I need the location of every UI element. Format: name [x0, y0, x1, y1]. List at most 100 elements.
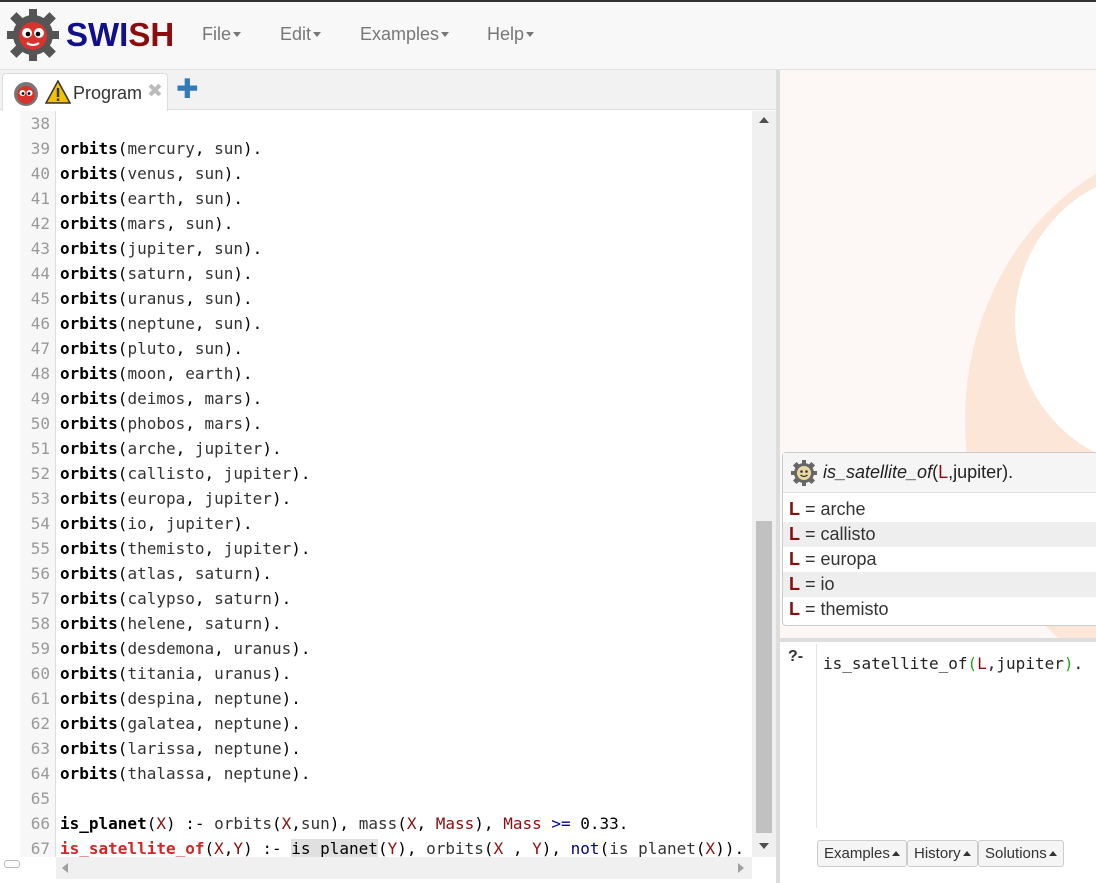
- answer-row: L = arche: [783, 497, 1096, 522]
- code-editor[interactable]: 38 39 orbits(mercury, sun). 40 orbits(venus,…: [0, 111, 776, 883]
- menu-help-label: Help: [487, 24, 525, 44]
- code-text: orbits(arche, jupiter).: [60, 436, 282, 461]
- code-line[interactable]: 50 orbits(phobos, mars).: [0, 411, 752, 436]
- line-number: 67: [30, 839, 50, 858]
- code-token: orbits: [60, 589, 118, 608]
- code-token: Y: [233, 839, 244, 858]
- code-line[interactable]: 56 orbits(atlas, saturn).: [0, 561, 752, 586]
- scroll-up-icon[interactable]: [759, 117, 769, 123]
- code-token: orbits: [60, 314, 118, 333]
- code-token: ,: [194, 739, 215, 758]
- code-token: ,: [165, 214, 186, 233]
- solutions-button[interactable]: Solutions: [978, 840, 1064, 867]
- code-text: is_planet(X) :- orbits(X,sun), mass(X, M…: [60, 811, 628, 836]
- code-token: thalassa: [127, 764, 205, 783]
- code-token: ).: [233, 514, 253, 533]
- scroll-down-icon[interactable]: [759, 843, 769, 849]
- close-icon[interactable]: ✖: [147, 80, 163, 103]
- code-line[interactable]: 41 orbits(earth, sun).: [0, 186, 752, 211]
- answer-var: L: [789, 599, 800, 619]
- answer-eq: =: [800, 499, 821, 519]
- menu-file[interactable]: File: [202, 24, 242, 45]
- code-line[interactable]: 66 is_planet(X) :- orbits(X,sun), mass(X,…: [0, 811, 752, 836]
- code-token: orbits: [60, 614, 118, 633]
- answer-query-text: is_satellite_of(L,jupiter).: [823, 462, 1013, 483]
- code-line[interactable]: 55 orbits(themisto, jupiter).: [0, 536, 752, 561]
- code-line[interactable]: 44 orbits(saturn, sun).: [0, 261, 752, 286]
- code-line[interactable]: 58 orbits(helene, saturn).: [0, 611, 752, 636]
- history-button[interactable]: History: [907, 840, 978, 867]
- code-token: ) :-: [243, 839, 292, 858]
- code-token: (: [117, 414, 128, 433]
- code-token: neptune: [214, 739, 282, 758]
- code-line[interactable]: 53 orbits(europa, jupiter).: [0, 486, 752, 511]
- code-token: sun: [185, 214, 215, 233]
- menu-file-label: File: [202, 24, 232, 44]
- code-token: orbits: [60, 739, 118, 758]
- editor-horizontal-scrollbar[interactable]: [56, 857, 752, 879]
- scroll-thumb[interactable]: [756, 521, 772, 833]
- code-line[interactable]: 51 orbits(arche, jupiter).: [0, 436, 752, 461]
- code-token: ).: [271, 589, 292, 608]
- code-line[interactable]: 60 orbits(titania, uranus).: [0, 661, 752, 686]
- code-line[interactable]: 65: [0, 786, 752, 811]
- menu-help[interactable]: Help: [487, 24, 535, 45]
- code-token: ),: [541, 839, 571, 858]
- query-rest: ,jupiter: [986, 654, 1064, 673]
- code-token: not: [570, 839, 600, 858]
- code-token: ,: [175, 339, 195, 358]
- code-token: sun: [194, 339, 224, 358]
- menu-edit[interactable]: Edit: [280, 24, 322, 45]
- add-tab-icon[interactable]: ✚: [176, 74, 199, 105]
- scroll-left-icon[interactable]: [62, 863, 68, 873]
- swish-logo-icon[interactable]: [6, 8, 60, 62]
- menu-examples[interactable]: Examples: [360, 24, 450, 45]
- code-token: (: [117, 439, 128, 458]
- query-editor[interactable]: is_satellite_of(L,jupiter).: [816, 644, 1096, 828]
- examples-button[interactable]: Examples: [817, 840, 907, 867]
- query-line[interactable]: is_satellite_of(L,jupiter).: [823, 654, 1083, 673]
- code-line[interactable]: 39 orbits(mercury, sun).: [0, 136, 752, 161]
- code-line[interactable]: 38: [0, 111, 752, 136]
- code-line[interactable]: 42 orbits(mars, sun).: [0, 211, 752, 236]
- answer-var: L: [789, 549, 800, 569]
- code-line[interactable]: 61 orbits(despina, neptune).: [0, 686, 752, 711]
- code-token: (: [117, 614, 128, 633]
- code-line[interactable]: 64 orbits(thalassa, neptune).: [0, 761, 752, 786]
- code-line[interactable]: 49 orbits(deimos, mars).: [0, 386, 752, 411]
- code-line[interactable]: 46 orbits(neptune, sun).: [0, 311, 752, 336]
- code-line[interactable]: 63 orbits(larissa, neptune).: [0, 736, 752, 761]
- code-token: (: [483, 839, 494, 858]
- code-token: (: [117, 264, 128, 283]
- code-token: (: [271, 814, 282, 833]
- code-line[interactable]: 54 orbits(io, jupiter).: [0, 511, 752, 536]
- code-token: ,: [204, 464, 224, 483]
- code-token: 0.33.: [570, 814, 629, 833]
- editor-tab-bar: Program ✖ ✚: [0, 70, 776, 111]
- code-line[interactable]: 47 orbits(pluto, sun).: [0, 336, 752, 361]
- editor-vertical-scrollbar[interactable]: [752, 111, 776, 857]
- code-line[interactable]: 43 orbits(jupiter, sun).: [0, 236, 752, 261]
- code-line[interactable]: 48 orbits(moon, earth).: [0, 361, 752, 386]
- code-line[interactable]: 52 orbits(callisto, jupiter).: [0, 461, 752, 486]
- caret-up-icon: [891, 851, 900, 856]
- code-line[interactable]: 40 orbits(venus, sun).: [0, 161, 752, 186]
- code-token: orbits: [60, 339, 118, 358]
- code-token: uranus: [233, 639, 292, 658]
- code-text: orbits(europa, jupiter).: [60, 486, 291, 511]
- code-line[interactable]: 59 orbits(desdemona, uranus).: [0, 636, 752, 661]
- code-text: orbits(galatea, neptune).: [60, 711, 301, 736]
- code-token: moon: [127, 364, 166, 383]
- brand-title[interactable]: SWISH: [66, 16, 174, 54]
- code-token: mars: [127, 214, 166, 233]
- code-token: (: [117, 289, 128, 308]
- gear-smiley-icon[interactable]: [791, 460, 817, 486]
- code-line[interactable]: 57 orbits(calypso, saturn).: [0, 586, 752, 611]
- code-line[interactable]: 45 orbits(uranus, sun).: [0, 286, 752, 311]
- scroll-right-icon[interactable]: [738, 863, 744, 873]
- code-token: uranus: [214, 664, 272, 683]
- code-text: orbits(saturn, sun).: [60, 261, 253, 286]
- tab-program[interactable]: Program ✖: [2, 73, 168, 111]
- code-line[interactable]: 62 orbits(galatea, neptune).: [0, 711, 752, 736]
- splitter-handle[interactable]: [4, 860, 20, 868]
